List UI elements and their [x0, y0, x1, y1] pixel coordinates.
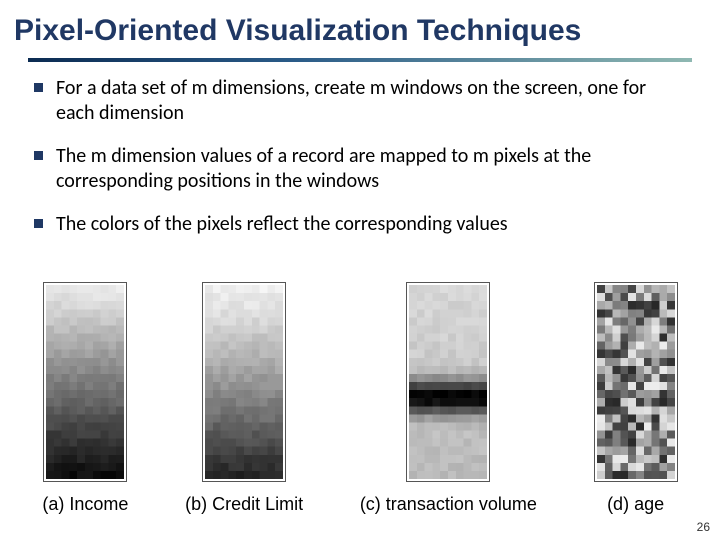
- pixel-window-age: [594, 282, 678, 482]
- pixel-canvas: [409, 285, 487, 479]
- pixel-canvas: [46, 285, 124, 479]
- title-underline: [28, 58, 692, 62]
- figure-caption: (b) Credit Limit: [185, 494, 303, 515]
- slide-title: Pixel-Oriented Visualization Techniques: [0, 0, 720, 54]
- figure-caption: (a) Income: [42, 494, 128, 515]
- bullet-item: The colors of the pixels reflect the cor…: [56, 212, 684, 237]
- square-bullet-icon: [34, 83, 43, 92]
- figure-d: (d) age: [594, 282, 678, 515]
- figure-b: (b) Credit Limit: [185, 282, 303, 515]
- slide: Pixel-Oriented Visualization Techniques …: [0, 0, 720, 540]
- figure-caption: (c) transaction volume: [360, 494, 537, 515]
- figure-row: (a) Income (b) Credit Limit (c) transact…: [0, 282, 720, 515]
- bullet-list: For a data set of m dimensions, create m…: [0, 72, 720, 237]
- bullet-item: The m dimension values of a record are m…: [56, 144, 684, 194]
- pixel-canvas: [205, 285, 283, 479]
- bullet-text: The colors of the pixels reflect the cor…: [56, 212, 508, 236]
- pixel-window-income: [43, 282, 127, 482]
- square-bullet-icon: [34, 151, 43, 160]
- square-bullet-icon: [34, 219, 43, 228]
- pixel-canvas: [597, 285, 675, 479]
- figure-caption: (d) age: [607, 494, 664, 515]
- bullet-item: For a data set of m dimensions, create m…: [56, 76, 684, 126]
- pixel-window-transaction: [406, 282, 490, 482]
- page-number: 26: [697, 520, 710, 534]
- figure-a: (a) Income: [42, 282, 128, 515]
- bullet-text: The m dimension values of a record are m…: [56, 144, 591, 193]
- figure-c: (c) transaction volume: [360, 282, 537, 515]
- bullet-text: For a data set of m dimensions, create m…: [56, 76, 646, 125]
- pixel-window-credit: [202, 282, 286, 482]
